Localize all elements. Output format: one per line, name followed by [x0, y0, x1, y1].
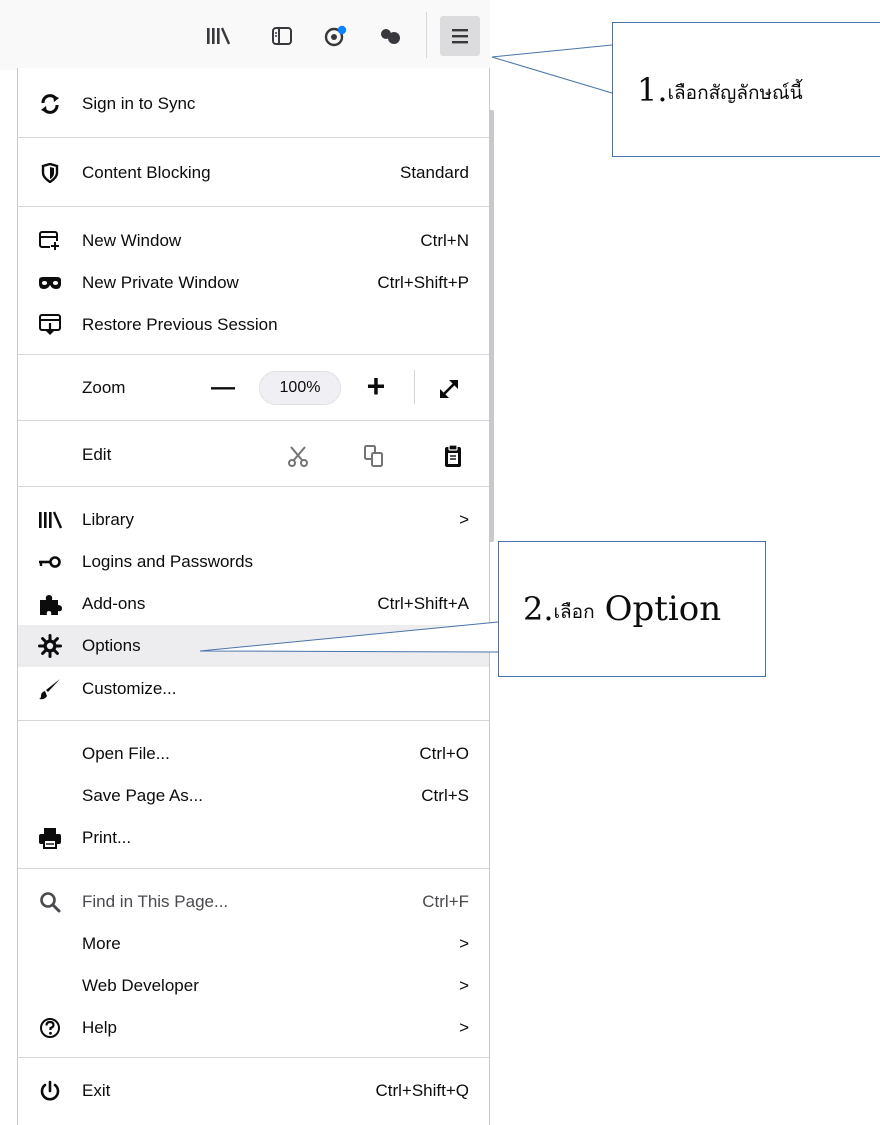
callout-2-text: Option	[604, 589, 722, 629]
callout-2-number: 2.	[523, 590, 554, 628]
callout-2-thai: เลือก	[553, 601, 595, 623]
annotation-callout-2: 2. เลือก Option	[498, 541, 766, 677]
annotation-callout-1: 1. เลือกสัญลักษณ์นี้	[612, 22, 880, 157]
callout-1-number: 1.	[637, 70, 668, 109]
callout-1-text: เลือกสัญลักษณ์นี้	[667, 81, 803, 104]
